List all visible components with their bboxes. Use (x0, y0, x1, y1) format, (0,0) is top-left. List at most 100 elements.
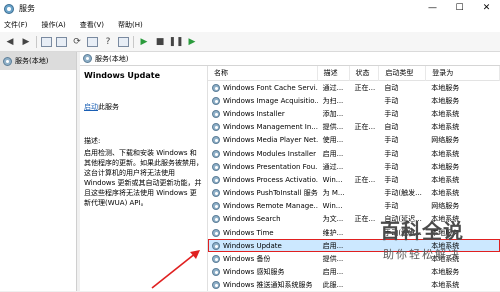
service-logon-cell: 本地系统 (431, 281, 460, 290)
selected-service-name: Windows Update (84, 71, 161, 80)
column-header-logon-as[interactable]: 登录为 (426, 65, 500, 81)
start-service-link[interactable]: 启动 (84, 103, 98, 111)
maximize-button[interactable]: ☐ (446, 0, 473, 17)
toolbar-separator (36, 35, 37, 48)
column-header-description[interactable]: 描述 (318, 65, 350, 81)
restart-service-icon[interactable]: ▶ (186, 36, 198, 48)
service-desc-cell: Win... (322, 202, 343, 211)
service-gear-icon (212, 202, 220, 211)
services-gear-icon (83, 54, 92, 63)
panel-header: 服务(本地) (80, 52, 500, 66)
service-logon-cell: 本地系统 (431, 175, 460, 184)
service-desc-cell: 通过... (322, 162, 344, 171)
service-name: Windows 推送通知系统服务 (223, 281, 313, 290)
service-desc-cell: 通过... (322, 83, 344, 92)
menu-file[interactable]: 文件(F) (4, 20, 28, 30)
stop-service-icon[interactable]: ■ (154, 36, 166, 48)
service-name: Windows Presentation Fou... (223, 162, 318, 171)
service-name-cell: Windows Management In... (208, 123, 318, 132)
service-gear-icon (212, 149, 220, 158)
start-service-line: 启动此服务 (84, 102, 203, 112)
watermark-title: 百科全说 (380, 219, 464, 243)
service-row[interactable]: Windows Presentation Fou... 通过... 手动 本地服务 (208, 160, 500, 173)
window-title: 服务 (19, 4, 35, 13)
service-row[interactable]: Windows 推送通知系统服务 此服... 本地系统 (208, 279, 500, 292)
console-tree-icon[interactable] (41, 36, 52, 47)
service-gear-icon (212, 109, 220, 118)
show-hide-icon[interactable] (118, 36, 129, 47)
back-arrow-icon[interactable]: ◀ (4, 36, 16, 48)
close-button[interactable]: ✕ (473, 0, 500, 17)
service-logon-cell: 本地服务 (431, 96, 460, 105)
service-desc-cell: Win... (322, 175, 343, 184)
service-name-cell: Windows Media Player Net... (208, 136, 318, 145)
title-bar: 服务 — ☐ ✕ (0, 0, 500, 17)
service-status-cell: 正在... (354, 83, 376, 92)
service-gear-icon (212, 83, 220, 92)
service-gear-icon (212, 189, 220, 198)
tree-item-label: 服务(本地) (15, 57, 49, 65)
service-startup-cell: 手动 (384, 96, 399, 105)
toolbar: ◀ ▶ ⟳ ? ▶ ■ ❚❚ ▶ (0, 32, 500, 52)
service-desc-cell: 启用... (322, 268, 344, 277)
service-row[interactable]: Windows Media Player Net... 使用... 手动 网络服务 (208, 134, 500, 147)
service-desc-cell: 维护... (322, 228, 344, 237)
pause-service-icon[interactable]: ❚❚ (168, 36, 183, 48)
service-name: Windows Font Cache Servi... (223, 83, 318, 92)
service-row[interactable]: Windows Remote Manage... Win... 手动 网络服务 (208, 200, 500, 213)
service-row[interactable]: Windows Modules Installer 启用... 手动 本地系统 (208, 147, 500, 160)
service-name: Windows Installer (223, 109, 285, 118)
service-name: Windows PushToInstall 服务 (223, 189, 318, 198)
tree-item-services-local[interactable]: 服务(本地) (0, 52, 76, 70)
forward-arrow-icon[interactable]: ▶ (20, 36, 32, 48)
service-gear-icon (212, 241, 220, 250)
service-startup-cell: 手动 (384, 175, 399, 184)
menu-view[interactable]: 查看(V) (80, 20, 104, 30)
service-desc-cell: 为 M... (322, 189, 345, 198)
column-header-startup-type[interactable]: 启动类型 (379, 65, 427, 81)
minimize-button[interactable]: — (419, 0, 446, 17)
service-gear-icon (212, 255, 220, 264)
service-name-cell: Windows 感知服务 (208, 267, 318, 277)
column-header-name[interactable]: 名称 (208, 65, 318, 81)
service-row[interactable]: Windows Installer 添加... 手动 本地系统 (208, 107, 500, 120)
service-name: Windows Time (223, 228, 274, 237)
list-header: 名称 描述 状态 启动类型 登录为 (208, 65, 500, 81)
service-name: Windows Remote Manage... (223, 202, 318, 211)
description-text: 启用检测、下载和安装 Windows 和其他程序的更新。如果此服务被禁用，这台计… (84, 149, 203, 207)
service-status-cell: 正在... (354, 123, 376, 132)
service-row[interactable]: Windows Process Activatio... Win... 正在... 手… (208, 173, 500, 186)
service-name-cell: Windows Presentation Fou... (208, 162, 318, 171)
service-row[interactable]: Windows Image Acquisitio... 为扫... 手动 本地服务 (208, 94, 500, 107)
column-header-status[interactable]: 状态 (350, 65, 380, 81)
service-name-cell: Windows 推送通知系统服务 (208, 280, 318, 290)
service-gear-icon (212, 162, 220, 171)
service-startup-cell: 手动 (384, 162, 399, 171)
refresh-icon[interactable]: ⟳ (71, 36, 83, 48)
service-logon-cell: 网络服务 (431, 136, 460, 145)
service-name: Windows Image Acquisitio... (223, 96, 318, 105)
service-row[interactable]: Windows Management In... 提供... 正在... 自动 本地系统 (208, 121, 500, 134)
menu-help[interactable]: 帮助(H) (118, 20, 143, 30)
menu-action[interactable]: 操作(A) (42, 20, 66, 30)
watermark: 百科全说 助你轻松解决 (362, 215, 482, 275)
service-row[interactable]: Windows PushToInstall 服务为 M... 手动(触发... 本地… (208, 187, 500, 200)
service-name: Windows Modules Installer (223, 149, 317, 158)
start-suffix: 此服务 (98, 103, 119, 111)
service-name-cell: Windows Font Cache Servi... (208, 83, 318, 92)
service-desc-cell: 提供... (322, 255, 344, 264)
service-name: Windows Media Player Net... (223, 136, 318, 145)
service-row[interactable]: Windows Font Cache Servi... 通过... 正在... 自动 本… (208, 81, 500, 94)
service-logon-cell: 本地服务 (431, 83, 460, 92)
start-service-icon[interactable]: ▶ (138, 36, 150, 48)
watermark-subtitle: 助你轻松解决 (383, 248, 461, 261)
service-startup-cell: 自动 (384, 83, 399, 92)
service-name-cell: Windows Time (208, 228, 318, 237)
properties-icon[interactable] (56, 36, 67, 47)
help-icon[interactable]: ? (102, 36, 114, 48)
service-name-cell: Windows Image Acquisitio... (208, 96, 318, 105)
service-name-cell: Windows Remote Manage... (208, 202, 318, 211)
service-startup-cell: 手动 (384, 149, 399, 158)
service-logon-cell: 本地系统 (431, 123, 460, 132)
export-list-icon[interactable] (87, 36, 98, 47)
